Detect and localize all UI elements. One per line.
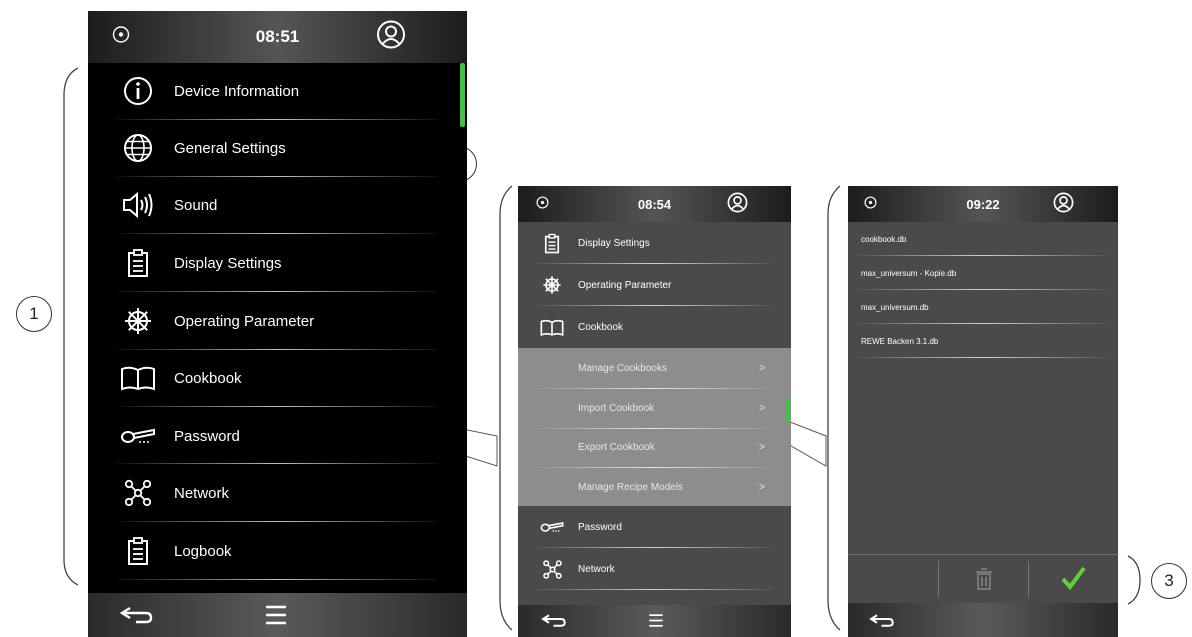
file-name: max_universum - Kopie.db xyxy=(861,268,957,278)
clock-time: 09:22 xyxy=(966,196,1000,212)
menu-label: Network xyxy=(174,484,230,502)
submenu-label: Export Cookbook xyxy=(578,441,655,453)
key-icon xyxy=(540,515,564,539)
clipboard-icon xyxy=(120,533,156,569)
menu-label: Display Settings xyxy=(174,254,282,272)
menu-label: Logbook xyxy=(174,542,232,560)
menu-item-operating-parameter[interactable]: Operating Parameter xyxy=(88,293,467,349)
menu-label: General Settings xyxy=(174,139,286,157)
menu-label: Operating Parameter xyxy=(174,312,315,330)
cookbook-submenu-screen: 08:54 Display Settings Operating Paramet… xyxy=(518,186,791,637)
info-icon xyxy=(120,73,156,109)
submenu-label: Manage Recipe Models xyxy=(578,481,684,493)
wheel-icon xyxy=(120,303,156,339)
submenu-item-manage-cookbooks[interactable]: Manage Cookbooks > xyxy=(518,348,791,388)
network-icon xyxy=(540,557,564,581)
callout-3: 3 xyxy=(1151,563,1187,599)
callout-1: 1 xyxy=(16,296,52,332)
file-name: max_universum.db xyxy=(861,302,929,312)
menu-item-device-information[interactable]: Device Information xyxy=(88,63,467,119)
chevron-right-icon: > xyxy=(759,481,765,493)
menu-item-display-settings[interactable]: Display Settings xyxy=(518,222,791,264)
cookbook-submenu: Manage Cookbooks > Import Cookbook > Exp… xyxy=(518,348,791,506)
file-name: cookbook.db xyxy=(861,234,907,244)
bottom-nav-bar xyxy=(88,593,467,637)
hamburger-menu-icon[interactable] xyxy=(648,613,664,633)
chevron-right-icon: > xyxy=(759,441,765,453)
checkmark-confirm-icon[interactable] xyxy=(1060,565,1086,596)
file-list-item[interactable]: cookbook.db xyxy=(848,222,1118,256)
back-arrow-icon[interactable] xyxy=(868,613,895,633)
user-profile-icon[interactable] xyxy=(1053,192,1074,216)
clock-time: 08:54 xyxy=(637,196,672,212)
submenu-label: Manage Cookbooks xyxy=(578,362,667,374)
trash-icon[interactable] xyxy=(974,567,994,596)
menu-item-cookbook[interactable]: Cookbook xyxy=(88,350,467,406)
menu-item-network[interactable]: Network xyxy=(88,465,467,521)
menu-label: Device Information xyxy=(174,82,300,100)
scroll-indicator[interactable] xyxy=(460,63,465,127)
submenu-item-export-cookbook[interactable]: Export Cookbook > xyxy=(518,427,791,467)
book-icon xyxy=(540,315,564,339)
menu-item-display-settings[interactable]: Display Settings xyxy=(88,235,467,291)
submenu-item-manage-recipe-models[interactable]: Manage Recipe Models > xyxy=(518,467,791,507)
file-list-item[interactable]: max_universum - Kopie.db xyxy=(848,256,1118,290)
menu-item-cookbook[interactable]: Cookbook xyxy=(518,306,791,348)
status-bar: 08:51 xyxy=(88,11,467,63)
menu-item-network[interactable]: Network xyxy=(518,548,791,590)
bottom-nav-bar xyxy=(518,605,791,637)
menu-label: Display Settings xyxy=(578,237,650,249)
chevron-right-icon: > xyxy=(759,402,765,414)
menu-item-logbook[interactable]: Logbook xyxy=(88,523,467,579)
hamburger-menu-icon[interactable] xyxy=(264,604,288,631)
bottom-nav-bar xyxy=(848,603,1118,637)
menu-item-password[interactable]: Password xyxy=(88,408,467,464)
status-bar: 09:22 xyxy=(848,186,1118,222)
file-name: REWE Backen 3.1.db xyxy=(861,336,939,346)
speaker-icon xyxy=(120,187,156,223)
book-icon xyxy=(120,360,156,396)
settings-dial-icon[interactable] xyxy=(112,26,130,49)
menu-label: Operating Parameter xyxy=(578,279,672,291)
menu-item-operating-parameter[interactable]: Operating Parameter xyxy=(518,264,791,306)
user-profile-icon[interactable] xyxy=(727,192,748,216)
network-icon xyxy=(120,475,156,511)
scroll-indicator[interactable] xyxy=(786,398,790,422)
cookbook-file-list-screen: 09:22 cookbook.db max_universum - Kopie.… xyxy=(848,186,1118,637)
back-arrow-icon[interactable] xyxy=(118,605,154,630)
menu-label: Password xyxy=(174,427,240,445)
submenu-item-import-cookbook[interactable]: Import Cookbook > xyxy=(518,388,791,428)
settings-dial-icon[interactable] xyxy=(536,196,549,212)
clock-time: 08:51 xyxy=(255,27,300,46)
globe-icon xyxy=(120,130,156,166)
menu-label: Password xyxy=(578,521,622,533)
settings-screen-main: 08:51 Device Information General Setting… xyxy=(88,11,467,637)
menu-item-password[interactable]: Password xyxy=(518,506,791,548)
wheel-icon xyxy=(540,273,564,297)
menu-label: Network xyxy=(578,563,615,575)
key-icon xyxy=(120,418,156,454)
clipboard-icon xyxy=(540,231,564,255)
menu-item-general-settings[interactable]: General Settings xyxy=(88,120,467,176)
chevron-right-icon: > xyxy=(759,362,765,374)
file-list-item[interactable]: REWE Backen 3.1.db xyxy=(848,324,1118,358)
menu-label: Cookbook xyxy=(578,321,624,333)
menu-item-sound[interactable]: Sound xyxy=(88,177,467,233)
submenu-label: Import Cookbook xyxy=(578,402,655,414)
menu-label: Sound xyxy=(174,196,218,214)
action-bar xyxy=(848,554,1118,603)
back-arrow-icon[interactable] xyxy=(540,613,567,633)
user-profile-icon[interactable] xyxy=(376,20,406,55)
menu-label: Cookbook xyxy=(174,369,242,387)
status-bar: 08:54 xyxy=(518,186,791,222)
settings-dial-icon[interactable] xyxy=(864,196,877,212)
file-list-item[interactable]: max_universum.db xyxy=(848,290,1118,324)
clipboard-icon xyxy=(120,245,156,281)
